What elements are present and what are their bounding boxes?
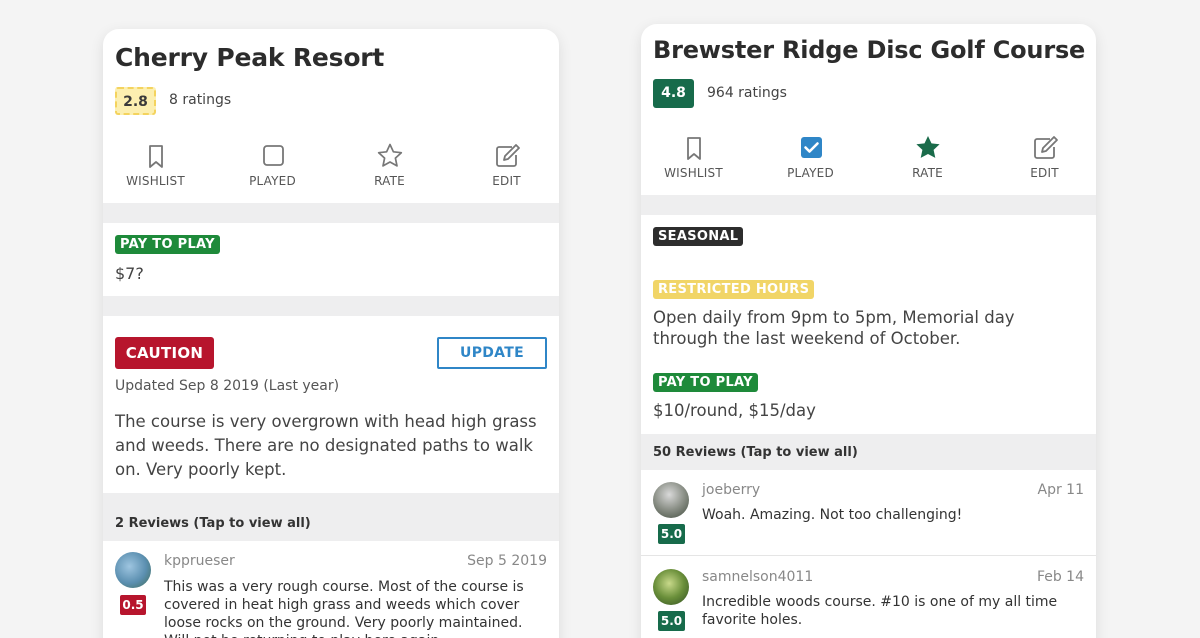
rating-count: 8 ratings	[169, 92, 232, 108]
update-button[interactable]: UPDATE	[437, 337, 547, 369]
review-date: Feb 14	[1036, 569, 1084, 585]
review-text: Woah. Amazing. Not too challenging!	[702, 507, 963, 523]
checkbox-empty-icon	[262, 145, 284, 166]
played-button[interactable]: PLAYED	[752, 133, 869, 180]
avatar	[115, 552, 151, 588]
review-score: 5.0	[658, 611, 685, 631]
pay-to-play-badge: PAY TO PLAY	[115, 235, 220, 254]
played-label: PLAYED	[787, 166, 834, 180]
rating-count: 964 ratings	[707, 85, 787, 101]
edit-icon	[495, 144, 520, 167]
seasonal-badge: SEASONAL	[653, 227, 744, 246]
caution-badge: CAUTION	[115, 337, 214, 369]
pay-to-play-badge: PAY TO PLAY	[653, 373, 758, 392]
action-bar: WISHLIST PLAYED RATE EDIT	[641, 133, 1096, 193]
rate-button[interactable]: RATE	[869, 133, 986, 180]
wishlist-label: WISHLIST	[126, 174, 185, 188]
wishlist-button[interactable]: WISHLIST	[641, 133, 752, 180]
checkbox-checked-icon	[800, 137, 822, 158]
wishlist-label: WISHLIST	[664, 166, 723, 180]
review-text: Incredible woods course. #10 is one of m…	[702, 594, 1058, 628]
action-bar: WISHLIST PLAYED RATE EDIT	[103, 141, 559, 201]
review-username: joeberry	[702, 482, 761, 498]
review-username: samnelson4011	[702, 569, 814, 585]
restricted-hours-badge: RESTRICTED HOURS	[653, 280, 815, 299]
review-divider	[641, 555, 1096, 556]
rate-button[interactable]: RATE	[331, 141, 448, 188]
reviews-header[interactable]: 2 Reviews (Tap to view all)	[103, 493, 559, 541]
review-date: Sep 5 2019	[467, 553, 547, 569]
bookmark-icon	[148, 145, 163, 168]
rate-label: RATE	[374, 174, 405, 188]
course-card-brewster-ridge: Brewster Ridge Disc Golf Course 4.8 964 …	[641, 24, 1096, 638]
caution-text: The course is very overgrown with head h…	[115, 412, 537, 479]
star-filled-icon	[915, 136, 940, 158]
wishlist-button[interactable]: WISHLIST	[103, 141, 214, 188]
rating-badge: 2.8	[115, 87, 156, 115]
played-button[interactable]: PLAYED	[214, 141, 331, 188]
restricted-hours-text: Open daily from 9pm to 5pm, Memorial day…	[653, 308, 1015, 348]
bookmark-icon	[686, 137, 701, 160]
review-date: Apr 11	[1037, 482, 1084, 498]
price-text: $10/round, $15/day	[653, 401, 816, 420]
review-text: This was a very rough course. Most of th…	[164, 579, 524, 638]
played-label: PLAYED	[249, 174, 296, 188]
avatar	[653, 482, 689, 518]
rating-badge: 4.8	[653, 79, 694, 108]
section-divider	[103, 203, 559, 223]
avatar	[653, 569, 689, 605]
star-outline-icon	[377, 143, 402, 167]
edit-label: EDIT	[1030, 166, 1059, 180]
course-title: Cherry Peak Resort	[115, 43, 385, 72]
review-score: 5.0	[658, 524, 685, 544]
course-title: Brewster Ridge Disc Golf Course	[653, 36, 1086, 64]
course-card-cherry-peak: Cherry Peak Resort 2.8 8 ratings WISHLIS…	[103, 29, 559, 638]
edit-label: EDIT	[492, 174, 521, 188]
rate-label: RATE	[912, 166, 943, 180]
review-username: kpprueser	[164, 553, 235, 569]
price-text: $7?	[115, 264, 144, 283]
edit-button[interactable]: EDIT	[448, 141, 559, 188]
edit-button[interactable]: EDIT	[986, 133, 1096, 180]
caution-updated-date: Updated Sep 8 2019 (Last year)	[115, 378, 340, 394]
section-divider	[641, 195, 1096, 215]
section-divider	[103, 296, 559, 316]
reviews-header[interactable]: 50 Reviews (Tap to view all)	[641, 434, 1096, 470]
review-score: 0.5	[120, 595, 146, 615]
edit-icon	[1033, 136, 1058, 159]
